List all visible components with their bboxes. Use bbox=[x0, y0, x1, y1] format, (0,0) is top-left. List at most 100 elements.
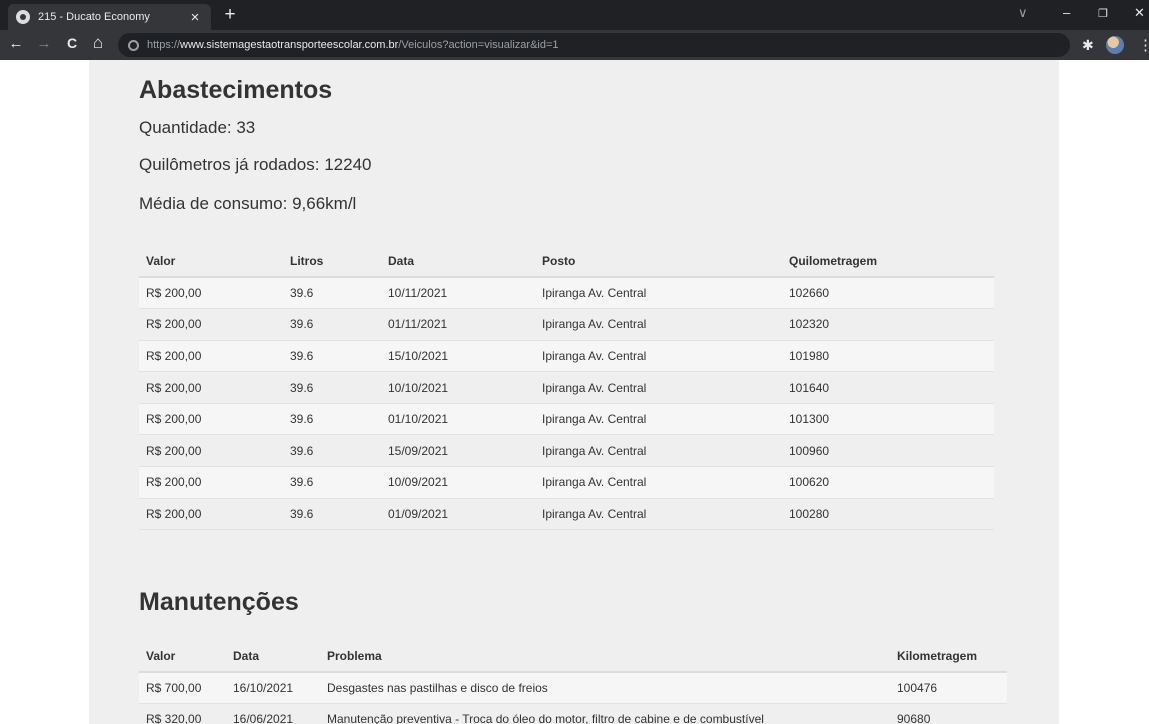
column-header[interactable]: Valor bbox=[139, 246, 283, 278]
valor-cell: R$ 200,00 bbox=[139, 466, 283, 499]
column-header[interactable]: Valor bbox=[139, 641, 226, 673]
valor-cell: R$ 700,00 bbox=[139, 672, 226, 705]
forward-icon[interactable]: → bbox=[34, 35, 54, 52]
posto-cell: Ipiranga Av. Central bbox=[535, 308, 782, 341]
posto-cell: Ipiranga Av. Central bbox=[535, 498, 782, 531]
close-window-button[interactable]: ✕ bbox=[1134, 5, 1145, 21]
restore-button[interactable]: ❐ bbox=[1098, 7, 1108, 20]
data-cell: 10/09/2021 bbox=[381, 466, 535, 499]
data-cell: 16/06/2021 bbox=[226, 703, 320, 724]
km-rodados-stat: Quilômetros já rodados: 12240 bbox=[139, 155, 372, 174]
media-consumo-stat: Média de consumo: 9,66km/l bbox=[139, 194, 357, 213]
litros-cell: 39.6 bbox=[283, 371, 381, 404]
quilometragem-cell: 100280 bbox=[782, 498, 994, 531]
kilometragem-cell: 90680 bbox=[890, 703, 1007, 724]
table-row: R$ 200,00 39.6 01/11/2021 Ipiranga Av. C… bbox=[139, 308, 994, 341]
browser-toolbar: ← → C ⌂ https://www.sistemagestaotranspo… bbox=[0, 30, 1149, 60]
posto-cell: Ipiranga Av. Central bbox=[535, 466, 782, 499]
reload-icon[interactable]: C bbox=[62, 35, 82, 51]
data-cell: 16/10/2021 bbox=[226, 672, 320, 705]
valor-cell: R$ 200,00 bbox=[139, 277, 283, 310]
tab-search-chevron-icon[interactable]: ∨ bbox=[1018, 5, 1028, 21]
posto-cell: Ipiranga Av. Central bbox=[535, 434, 782, 468]
data-cell: 15/09/2021 bbox=[381, 434, 535, 468]
quilometragem-cell: 101980 bbox=[782, 340, 994, 373]
quilometragem-cell: 102320 bbox=[782, 308, 994, 341]
address-bar[interactable]: https://www.sistemagestaotransporteescol… bbox=[118, 33, 1070, 57]
site-favicon-icon bbox=[16, 10, 30, 24]
quantidade-stat: Quantidade: 33 bbox=[139, 118, 256, 137]
data-cell: 10/10/2021 bbox=[381, 371, 535, 404]
table-row: R$ 200,00 39.6 10/11/2021 Ipiranga Av. C… bbox=[139, 277, 994, 310]
column-header[interactable]: Quilometragem bbox=[782, 246, 994, 278]
home-icon[interactable]: ⌂ bbox=[88, 33, 108, 53]
table-row: R$ 200,00 39.6 01/09/2021 Ipiranga Av. C… bbox=[139, 498, 994, 531]
column-header[interactable]: Posto bbox=[535, 246, 782, 278]
litros-cell: 39.6 bbox=[283, 466, 381, 499]
extensions-puzzle-icon[interactable]: ✱ bbox=[1082, 37, 1098, 53]
tab-close-icon[interactable]: × bbox=[187, 9, 203, 26]
valor-cell: R$ 200,00 bbox=[139, 340, 283, 373]
abastecimentos-table: Valor Litros Data Posto Quilometragem R$… bbox=[139, 246, 994, 531]
quilometragem-cell: 101640 bbox=[782, 371, 994, 404]
browser-menu-icon[interactable]: ⋮ bbox=[1138, 36, 1149, 54]
litros-cell: 39.6 bbox=[283, 434, 381, 468]
manutencoes-table: Valor Data Problema Kilometragem R$ 700,… bbox=[139, 641, 1007, 724]
posto-cell: Ipiranga Av. Central bbox=[535, 371, 782, 404]
column-header[interactable]: Litros bbox=[283, 246, 381, 278]
back-icon[interactable]: ← bbox=[6, 35, 26, 52]
quilometragem-cell: 101300 bbox=[782, 403, 994, 436]
valor-cell: R$ 200,00 bbox=[139, 403, 283, 436]
kilometragem-cell: 100476 bbox=[890, 672, 1007, 705]
column-header[interactable]: Data bbox=[381, 246, 535, 278]
litros-cell: 39.6 bbox=[283, 498, 381, 531]
manutencoes-table-container: Valor Data Problema Kilometragem R$ 700,… bbox=[139, 641, 1007, 724]
new-tab-button[interactable]: + bbox=[220, 4, 240, 26]
data-cell: 10/11/2021 bbox=[381, 277, 535, 310]
table-row: R$ 200,00 39.6 15/10/2021 Ipiranga Av. C… bbox=[139, 340, 994, 373]
data-cell: 01/10/2021 bbox=[381, 403, 535, 436]
site-info-icon[interactable] bbox=[128, 39, 139, 51]
table-row: R$ 200,00 39.6 10/09/2021 Ipiranga Av. C… bbox=[139, 466, 994, 499]
table-row: R$ 320,00 16/06/2021 Manutenção preventi… bbox=[139, 703, 1007, 724]
quilometragem-cell: 100620 bbox=[782, 466, 994, 499]
valor-cell: R$ 200,00 bbox=[139, 308, 283, 341]
abastecimentos-table-scroll[interactable]: Valor Litros Data Posto Quilometragem R$… bbox=[139, 246, 1007, 531]
minimize-button[interactable]: – bbox=[1063, 5, 1070, 20]
problema-cell: Manutenção preventiva - Troca do óleo do… bbox=[320, 703, 890, 724]
litros-cell: 39.6 bbox=[283, 403, 381, 436]
valor-cell: R$ 200,00 bbox=[139, 371, 283, 404]
page-content: Abastecimentos Quantidade: 33 Quilômetro… bbox=[0, 60, 1149, 724]
table-row: R$ 700,00 16/10/2021 Desgastes nas pasti… bbox=[139, 672, 1007, 705]
posto-cell: Ipiranga Av. Central bbox=[535, 340, 782, 373]
data-cell: 01/11/2021 bbox=[381, 308, 535, 341]
data-cell: 15/10/2021 bbox=[381, 340, 535, 373]
litros-cell: 39.6 bbox=[283, 308, 381, 341]
table-row: R$ 200,00 39.6 15/09/2021 Ipiranga Av. C… bbox=[139, 434, 994, 468]
table-row: R$ 200,00 39.6 10/10/2021 Ipiranga Av. C… bbox=[139, 371, 994, 404]
litros-cell: 39.6 bbox=[283, 340, 381, 373]
valor-cell: R$ 320,00 bbox=[139, 703, 226, 724]
valor-cell: R$ 200,00 bbox=[139, 434, 283, 468]
quilometragem-cell: 100960 bbox=[782, 434, 994, 468]
table-header-row: Valor Data Problema Kilometragem bbox=[139, 641, 1007, 673]
manutencoes-title: Manutenções bbox=[139, 588, 299, 616]
column-header[interactable]: Data bbox=[226, 641, 320, 673]
litros-cell: 39.6 bbox=[283, 277, 381, 310]
tab-title: 215 - Ducato Economy bbox=[38, 11, 150, 23]
vehicle-panel: Abastecimentos Quantidade: 33 Quilômetro… bbox=[89, 60, 1059, 724]
abastecimentos-title: Abastecimentos bbox=[139, 76, 333, 104]
posto-cell: Ipiranga Av. Central bbox=[535, 277, 782, 310]
problema-cell: Desgastes nas pastilhas e disco de freio… bbox=[320, 672, 890, 705]
profile-avatar[interactable] bbox=[1106, 36, 1124, 54]
table-row: R$ 200,00 39.6 01/10/2021 Ipiranga Av. C… bbox=[139, 403, 994, 436]
posto-cell: Ipiranga Av. Central bbox=[535, 403, 782, 436]
data-cell: 01/09/2021 bbox=[381, 498, 535, 531]
valor-cell: R$ 200,00 bbox=[139, 498, 283, 531]
quilometragem-cell: 102660 bbox=[782, 277, 994, 310]
url-text: https://www.sistemagestaotransporteescol… bbox=[147, 39, 559, 51]
browser-tab[interactable]: 215 - Ducato Economy × bbox=[8, 4, 211, 30]
table-header-row: Valor Litros Data Posto Quilometragem bbox=[139, 246, 994, 278]
column-header[interactable]: Kilometragem bbox=[890, 641, 1007, 673]
column-header[interactable]: Problema bbox=[320, 641, 890, 673]
